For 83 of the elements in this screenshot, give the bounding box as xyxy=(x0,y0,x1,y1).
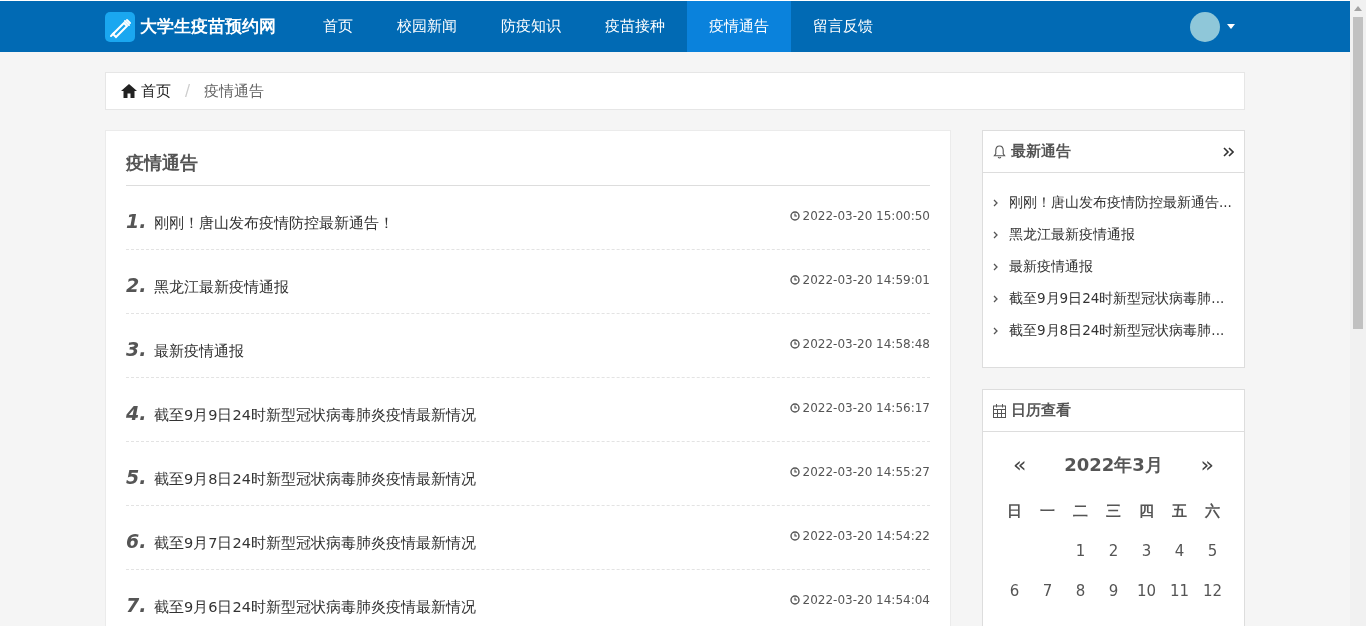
weekday-label: 三 xyxy=(1105,501,1122,522)
notice-link[interactable]: 刚刚！唐山发布疫情防控最新通告！ xyxy=(154,214,394,233)
breadcrumb-separator: / xyxy=(185,82,191,100)
clock-icon xyxy=(789,339,800,349)
clock-icon xyxy=(789,531,800,541)
notice-link[interactable]: 最新疫情通报 xyxy=(1009,258,1093,276)
calendar-day[interactable]: 5 xyxy=(1196,531,1229,571)
calendar-day[interactable]: 12 xyxy=(1196,571,1229,611)
weekday-label: 五 xyxy=(1171,501,1188,522)
syringe-icon xyxy=(105,11,135,42)
nav-link[interactable]: 疫苗接种 xyxy=(583,1,687,52)
notice-link[interactable]: 黑龙江最新疫情通报 xyxy=(1009,226,1135,244)
calendar-day[interactable]: 4 xyxy=(1163,531,1196,571)
weekday-label: 日 xyxy=(1006,501,1023,522)
chevron-icon xyxy=(993,231,998,239)
clock-icon xyxy=(789,211,800,221)
notice-link[interactable]: 截至9月8日24时新型冠状病毒肺... xyxy=(1009,322,1225,340)
site-title[interactable]: 大学生疫苗预约网 xyxy=(140,15,276,38)
notice-link[interactable]: 截至9月8日24时新型冠状病毒肺炎疫情最新情况 xyxy=(154,470,476,489)
previous-month-button[interactable]: « xyxy=(1013,452,1027,477)
item-number: 1. xyxy=(126,210,148,232)
item-number: 7. xyxy=(126,594,148,616)
clock-icon xyxy=(789,275,800,285)
home-icon xyxy=(121,84,137,98)
clock-icon xyxy=(789,467,800,477)
item-number: 4. xyxy=(126,402,148,424)
breadcrumb-link[interactable]: 首页 xyxy=(141,81,171,101)
avatar[interactable] xyxy=(1190,11,1220,42)
nav-link[interactable]: 留言反馈 xyxy=(791,1,895,52)
nav-link[interactable]: 疫情通告 xyxy=(687,1,791,52)
calendar-day[interactable]: 10 xyxy=(1130,571,1163,611)
notice-link[interactable]: 截至9月7日24时新型冠状病毒肺炎疫情最新情况 xyxy=(154,534,476,553)
item-number: 3. xyxy=(126,338,148,360)
calendar-day[interactable]: 8 xyxy=(1064,571,1097,611)
calendar-day[interactable]: 9 xyxy=(1097,571,1130,611)
scrollbar[interactable] xyxy=(1350,0,1366,626)
scroll-up-icon[interactable] xyxy=(1354,6,1362,11)
weekday-label: 四 xyxy=(1138,501,1155,522)
item-number: 6. xyxy=(126,530,148,552)
calendar-day[interactable]: 11 xyxy=(1163,571,1196,611)
timestamp: 2022-03-20 14:54:22 xyxy=(802,529,930,543)
timestamp: 2022-03-20 14:58:48 xyxy=(802,337,930,351)
calendar-day[interactable]: 6 xyxy=(998,571,1031,611)
scrollbar-thumb[interactable] xyxy=(1353,17,1363,329)
timestamp: 2022-03-20 15:00:50 xyxy=(802,209,930,223)
weekday-label: 二 xyxy=(1072,501,1089,522)
item-number: 2. xyxy=(126,274,148,296)
calendar-day[interactable]: 1 xyxy=(1064,531,1097,571)
card-title: 最新通告 xyxy=(1011,142,1071,161)
nav-link[interactable]: 首页 xyxy=(301,1,375,52)
chevron-icon xyxy=(993,295,998,303)
notice-link[interactable]: 截至9月6日24时新型冠状病毒肺炎疫情最新情况 xyxy=(154,598,476,617)
nav-link[interactable]: 校园新闻 xyxy=(375,1,479,52)
panel-title: 疫情通告 xyxy=(126,151,199,175)
chevron-icon xyxy=(993,199,998,207)
chevron-icon xyxy=(993,263,998,271)
clock-icon xyxy=(789,403,800,413)
calendar-icon xyxy=(993,403,1006,418)
current-page-label: 疫情通告 xyxy=(204,81,265,101)
timestamp: 2022-03-20 14:56:17 xyxy=(802,401,930,415)
timestamp: 2022-03-20 14:55:27 xyxy=(802,465,930,479)
notice-link[interactable]: 最新疫情通报 xyxy=(154,342,244,361)
timestamp: 2022-03-20 14:59:01 xyxy=(802,273,930,287)
clock-icon xyxy=(789,595,800,605)
caret-icon[interactable] xyxy=(1227,24,1235,29)
item-number: 5. xyxy=(126,466,148,488)
notice-link[interactable]: 截至9月9日24时新型冠状病毒肺炎疫情最新情况 xyxy=(154,406,476,425)
timestamp: 2022-03-20 14:54:04 xyxy=(802,593,930,607)
next-month-button[interactable]: » xyxy=(1200,452,1214,477)
calendar-day[interactable]: 3 xyxy=(1130,531,1163,571)
bell-icon xyxy=(993,144,1006,159)
card-title: 日历查看 xyxy=(1011,401,1071,420)
calendar-day[interactable]: 2 xyxy=(1097,531,1130,571)
weekday-label: 一 xyxy=(1039,501,1056,522)
notice-link[interactable]: 刚刚！唐山发布疫情防控最新通告... xyxy=(1009,194,1232,212)
month-title: 2022年3月 xyxy=(1064,452,1163,477)
weekday-label: 六 xyxy=(1204,501,1221,522)
notice-link[interactable]: 黑龙江最新疫情通报 xyxy=(154,278,289,297)
double-chevron-icon[interactable] xyxy=(1223,146,1234,157)
notice-link[interactable]: 截至9月9日24时新型冠状病毒肺... xyxy=(1009,290,1225,308)
nav-link[interactable]: 防疫知识 xyxy=(479,1,583,52)
calendar-day[interactable]: 7 xyxy=(1031,571,1064,611)
chevron-icon xyxy=(993,327,998,335)
